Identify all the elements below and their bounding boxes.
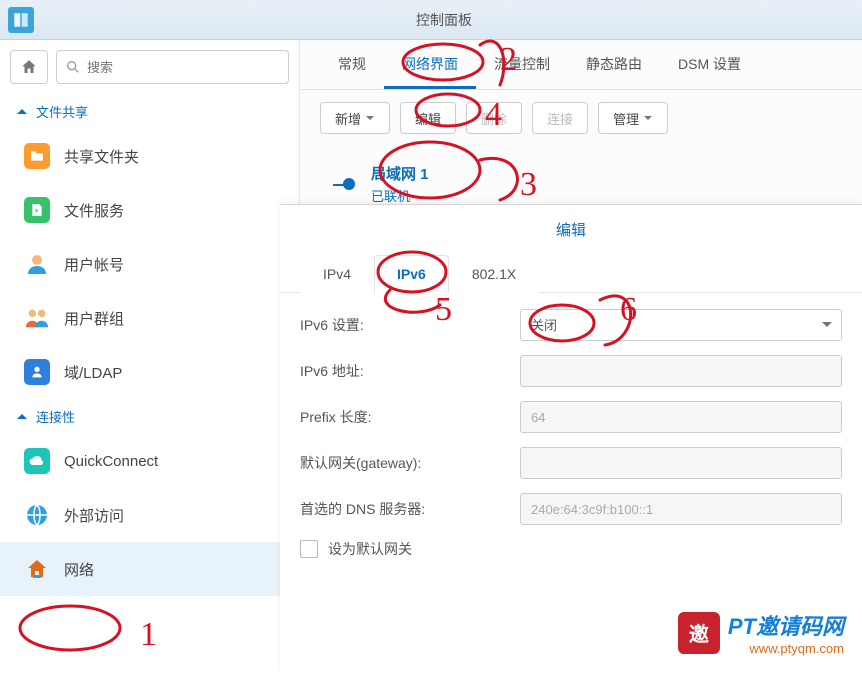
sidebar: 文件共享 共享文件夹 文件服务 用户帐号 用户群组 域/LDAP 连接性 <box>0 40 300 674</box>
toolbar: 新增 编辑 删除 连接 管理 <box>300 90 862 146</box>
ipv6-address-label: IPv6 地址: <box>300 361 520 381</box>
globe-icon <box>24 502 50 528</box>
chevron-up-icon <box>16 411 28 423</box>
edit-button[interactable]: 编辑 <box>400 102 456 134</box>
sidebar-item-label: 外部访问 <box>64 505 124 526</box>
tab-traffic-control[interactable]: 流量控制 <box>476 40 568 89</box>
watermark-url: www.ptyqm.com <box>728 641 844 656</box>
tab-dsm-settings[interactable]: DSM 设置 <box>660 40 759 89</box>
prefix-input <box>520 401 842 433</box>
title-bar: 控制面板 <box>0 0 862 40</box>
default-gateway-checkbox[interactable] <box>300 540 318 558</box>
sidebar-item-file-services[interactable]: 文件服务 <box>0 183 299 237</box>
network-icon <box>24 556 50 582</box>
watermark-text: PT邀请码网 <box>728 609 844 641</box>
sidebar-item-domain-ldap[interactable]: 域/LDAP <box>0 345 299 399</box>
home-button[interactable] <box>10 50 48 84</box>
sidebar-item-label: QuickConnect <box>64 453 158 470</box>
file-transfer-icon <box>24 197 50 223</box>
delete-button[interactable]: 删除 <box>466 102 522 134</box>
domain-icon <box>24 359 50 385</box>
sidebar-item-label: 域/LDAP <box>64 362 122 383</box>
sidebar-item-shared-folder[interactable]: 共享文件夹 <box>0 129 299 183</box>
group-connectivity-label: 连接性 <box>36 407 75 426</box>
chevron-down-icon <box>643 113 653 123</box>
sidebar-item-external-access[interactable]: 外部访问 <box>0 488 299 542</box>
dialog-tab-8021x[interactable]: 802.1X <box>449 255 539 293</box>
window-title: 控制面板 <box>34 10 854 30</box>
cloud-icon <box>24 448 50 474</box>
gateway-label: 默认网关(gateway): <box>300 453 520 473</box>
sidebar-item-quickconnect[interactable]: QuickConnect <box>0 434 299 488</box>
chevron-up-icon <box>16 106 28 118</box>
prefix-label: Prefix 长度: <box>300 407 520 427</box>
gateway-input <box>520 447 842 479</box>
sidebar-item-network[interactable]: 网络 <box>0 542 299 596</box>
dns-input <box>520 493 842 525</box>
watermark-seal: 邀 <box>678 612 720 654</box>
group-connectivity[interactable]: 连接性 <box>0 399 299 434</box>
sidebar-item-user-group[interactable]: 用户群组 <box>0 291 299 345</box>
sidebar-item-label: 用户群组 <box>64 308 124 329</box>
sidebar-item-user-account[interactable]: 用户帐号 <box>0 237 299 291</box>
sidebar-item-label: 文件服务 <box>64 200 124 221</box>
add-button[interactable]: 新增 <box>320 102 390 134</box>
ipv6-setting-label: IPv6 设置: <box>300 315 520 335</box>
dialog-title: 编辑 <box>280 205 862 254</box>
folder-share-icon <box>24 143 50 169</box>
dns-label: 首选的 DNS 服务器: <box>300 499 520 519</box>
sidebar-item-label: 共享文件夹 <box>64 146 139 167</box>
lan-name: 局域网 1 <box>371 163 429 184</box>
connect-button[interactable]: 连接 <box>532 102 588 134</box>
lan-status: 已联机 <box>371 186 429 205</box>
chevron-down-icon <box>365 113 375 123</box>
home-icon <box>20 58 38 76</box>
app-icon <box>8 7 34 33</box>
sidebar-item-label: 用户帐号 <box>64 254 124 275</box>
users-icon <box>24 305 50 331</box>
user-icon <box>24 251 50 277</box>
manage-button[interactable]: 管理 <box>598 102 668 134</box>
ipv6-address-input <box>520 355 842 387</box>
search-input[interactable] <box>87 60 280 75</box>
group-fileshare[interactable]: 文件共享 <box>0 94 299 129</box>
tab-general[interactable]: 常规 <box>320 40 384 89</box>
main-tabs: 常规 网络界面 流量控制 静态路由 DSM 设置 <box>300 40 862 90</box>
edit-dialog: 编辑 IPv4 IPv6 802.1X IPv6 设置: 关闭 IPv6 地址:… <box>280 204 862 674</box>
search-field[interactable] <box>56 50 289 84</box>
dialog-tabs: IPv4 IPv6 802.1X <box>280 254 862 293</box>
dialog-tab-ipv6[interactable]: IPv6 <box>374 255 449 293</box>
group-fileshare-label: 文件共享 <box>36 102 88 121</box>
tab-network-interface[interactable]: 网络界面 <box>384 40 476 89</box>
sidebar-item-label: 网络 <box>64 559 94 580</box>
ipv6-setting-select[interactable]: 关闭 <box>520 309 842 341</box>
default-gateway-label: 设为默认网关 <box>328 539 412 559</box>
tab-static-route[interactable]: 静态路由 <box>568 40 660 89</box>
watermark: 邀 PT邀请码网 www.ptyqm.com <box>678 609 844 656</box>
lan-status-icon <box>333 172 357 196</box>
dialog-tab-ipv4[interactable]: IPv4 <box>300 255 374 293</box>
search-icon <box>65 59 81 75</box>
